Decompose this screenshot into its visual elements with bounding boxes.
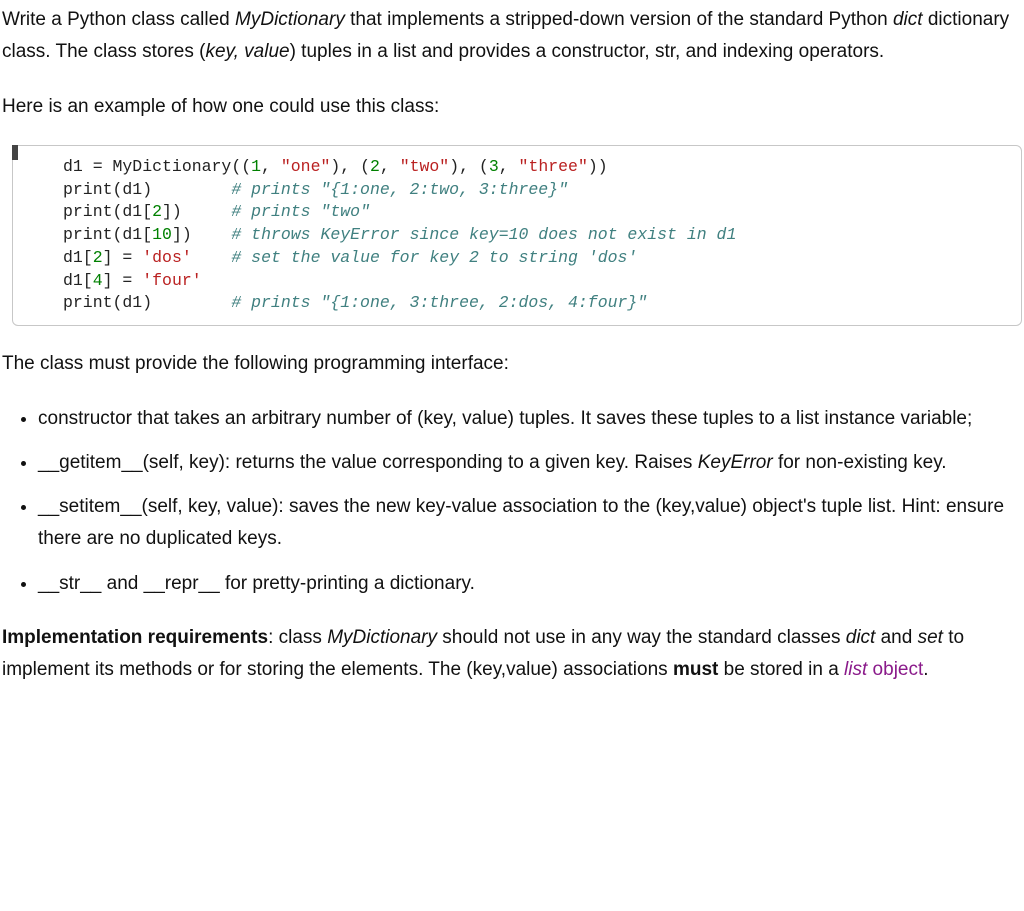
code-line-4: print(d1[10]) # throws KeyError since ke… [63, 225, 736, 244]
keyvalue-word: key, value [205, 41, 289, 62]
requirements-list: constructor that takes an arbitrary numb… [38, 403, 1022, 600]
dict-word: dict [893, 9, 923, 30]
lead-text: Implementation requirements [2, 627, 268, 648]
code-line-2: print(d1) # prints "{1:one, 2:two, 3:thr… [63, 180, 568, 199]
code-line-5: d1[2] = 'dos' # set the value for key 2 … [63, 248, 637, 267]
intro-paragraph: Write a Python class called MyDictionary… [2, 4, 1022, 69]
example-intro: Here is an example of how one could use … [2, 91, 1022, 123]
code-line-3: print(d1[2]) # prints "two" [63, 202, 370, 221]
requirement-setitem: __setitem__(self, key, value): saves the… [38, 491, 1022, 556]
code-line-1: d1 = MyDictionary((1, "one"), (2, "two")… [63, 157, 608, 176]
code-line-7: print(d1) # prints "{1:one, 3:three, 2:d… [63, 293, 647, 312]
code-line-6: d1[4] = 'four' [63, 271, 202, 290]
dict-word: dict [846, 627, 876, 648]
text: __getitem__(self, key): returns the valu… [38, 452, 698, 473]
codebox-corner-marker [12, 145, 18, 160]
set-word: set [918, 627, 943, 648]
text: for non-existing key. [773, 452, 947, 473]
requirement-str-repr: __str__ and __repr__ for pretty-printing… [38, 568, 1022, 600]
class-name: MyDictionary [235, 9, 345, 30]
interface-intro: The class must provide the following pro… [2, 348, 1022, 380]
implementation-requirements: Implementation requirements: class MyDic… [2, 622, 1022, 687]
keyerror-word: KeyError [698, 452, 773, 473]
list-word: list [844, 659, 867, 680]
text: should not use in any way the standard c… [437, 627, 846, 648]
code-example: d1 = MyDictionary((1, "one"), (2, "two")… [2, 145, 1022, 326]
class-name: MyDictionary [327, 627, 437, 648]
text: be stored in a [718, 659, 844, 680]
code-block: d1 = MyDictionary((1, "one"), (2, "two")… [12, 145, 1022, 326]
text: and [875, 627, 917, 648]
text: . [923, 659, 928, 680]
must-word: must [673, 659, 718, 680]
text: Write a Python class called [2, 9, 235, 30]
object-word: object [867, 659, 923, 680]
text: ) tuples in a list and provides a constr… [290, 41, 885, 62]
requirement-constructor: constructor that takes an arbitrary numb… [38, 403, 1022, 435]
text: that implements a stripped-down version … [345, 9, 893, 30]
requirement-getitem: __getitem__(self, key): returns the valu… [38, 447, 1022, 479]
text: : class [268, 627, 327, 648]
